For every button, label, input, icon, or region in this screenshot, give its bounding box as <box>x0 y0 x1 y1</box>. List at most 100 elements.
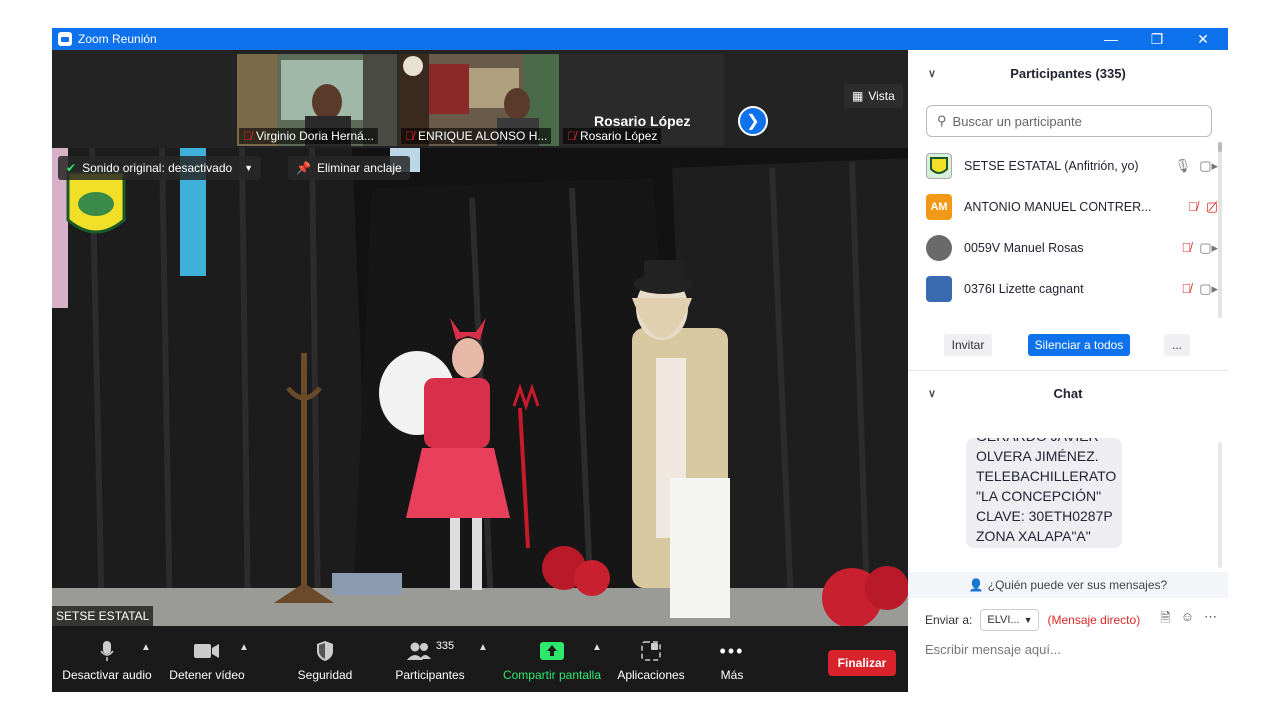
muted-mic-icon: 🎙̸ <box>567 129 576 143</box>
end-meeting-button[interactable]: Finalizar <box>828 650 896 676</box>
avatar <box>926 153 952 179</box>
participants-count: 335 <box>435 640 455 652</box>
video-camera-icon <box>194 644 219 658</box>
more-dots-icon: ••• <box>719 640 745 661</box>
audio-options-caret[interactable]: ▲ <box>141 642 151 653</box>
participants-title: Participantes (335) <box>1010 65 1126 81</box>
collapse-chevron-icon[interactable]: ∨ <box>928 387 936 400</box>
video-camera-icon[interactable]: ▢▸ <box>1199 240 1218 256</box>
view-button[interactable]: ▦ Vista <box>844 84 903 108</box>
restore-button[interactable]: ❐ <box>1134 28 1180 50</box>
muted-mic-icon[interactable]: 🎙̸ <box>1181 281 1191 297</box>
apps-label: Aplicaciones <box>617 668 685 682</box>
collapse-chevron-icon[interactable]: ∨ <box>928 67 936 80</box>
meeting-toolbar: Desactivar audio ▲ Detener vídeo ▲ Segur… <box>52 626 908 692</box>
security-button[interactable]: Seguridad <box>288 638 362 682</box>
video-camera-icon[interactable]: ▢▸ <box>1199 158 1218 174</box>
emoji-icon[interactable]: ☺ <box>1181 609 1194 631</box>
shield-icon <box>317 641 333 661</box>
participants-button[interactable]: 335 Participantes <box>392 638 468 682</box>
chat-message-line: OLVERA JIMÉNEZ. <box>976 448 1099 464</box>
stage-performance-image <box>52 148 908 626</box>
zoom-logo-icon <box>58 32 72 46</box>
logo-icon <box>930 157 948 174</box>
chat-message-line: TELEBACHILLERATO <box>976 468 1117 484</box>
security-label: Seguridad <box>297 668 353 682</box>
close-button[interactable]: ✕ <box>1180 28 1226 50</box>
more-options-button[interactable]: ... <box>1164 334 1190 356</box>
who-can-see-link[interactable]: 👤 ¿Quién puede ver sus mensajes? <box>908 572 1228 598</box>
who-can-see-label: ¿Quién puede ver sus mensajes? <box>987 578 1168 592</box>
muted-mic-icon[interactable]: 🎙̸ <box>1188 199 1198 215</box>
view-label: Vista <box>868 89 895 103</box>
mute-all-button[interactable]: Silenciar a todos <box>1028 334 1130 356</box>
file-icon[interactable]: 🗎 <box>1160 609 1170 631</box>
minimize-button[interactable]: — <box>1088 28 1134 50</box>
microphone-icon <box>100 641 114 661</box>
original-sound-toggle[interactable]: ✔ Sonido original: desactivado ▼ <box>58 156 262 180</box>
recipient-value: ELVI... <box>987 614 1020 626</box>
more-button[interactable]: ••• Más <box>712 638 752 683</box>
video-thumbnail[interactable]: 🎙̸ Virginio Doria Herná... <box>237 54 397 146</box>
send-to-label: Enviar a: <box>925 613 973 627</box>
stop-video-label: Detener vídeo <box>169 668 245 682</box>
participant-name: Rosario López <box>580 129 658 143</box>
video-speaker-label: SETSE ESTATAL <box>52 606 154 626</box>
share-screen-icon <box>540 642 564 660</box>
chat-message-line: GERARDO JAVIER <box>976 438 1112 446</box>
chevron-down-icon[interactable]: ▼ <box>244 163 253 173</box>
avatar <box>926 235 952 261</box>
participant-name: SETSE ESTATAL (Anfitrión, yo) <box>964 159 1139 173</box>
avatar: AM <box>926 194 952 220</box>
video-camera-icon[interactable]: ▢▸ <box>1199 281 1218 297</box>
mute-audio-button[interactable]: Desactivar audio <box>62 638 152 682</box>
participants-icon <box>406 642 431 660</box>
video-thumbnail[interactable]: 🎙̸ Rosario López <box>561 54 721 146</box>
participant-name: ENRIQUE ALONSO H... <box>418 129 548 143</box>
participant-row[interactable]: AM ANTONIO MANUEL CONTRER... 🎙̸ ▢̸ <box>926 187 1218 227</box>
person-icon: 👤 <box>968 578 984 592</box>
participant-name: 0059V Manuel Rosas <box>964 241 1084 255</box>
muted-mic-icon: 🎙̸ <box>243 129 252 143</box>
panel-divider <box>908 370 1228 371</box>
grid-icon: ▦ <box>852 89 864 103</box>
participants-header: ∨ Participantes (335) <box>908 54 1228 92</box>
invite-button[interactable]: Invitar <box>944 334 992 356</box>
chat-message-line: CLAVE: 30ETH0287P <box>976 508 1113 524</box>
chat-message-input[interactable]: Escribir mensaje aquí... <box>925 642 1061 657</box>
share-options-caret[interactable]: ▲ <box>592 642 602 653</box>
next-page-button[interactable]: ❯ <box>738 106 768 136</box>
participant-row[interactable]: 0376I Lizette cagnant 🎙̸ ▢▸ <box>926 269 1218 309</box>
chat-header: ∨ Chat <box>908 374 1228 412</box>
stop-video-button[interactable]: Detener vídeo <box>166 638 248 682</box>
share-screen-button[interactable]: Compartir pantalla <box>502 638 602 682</box>
participant-list: SETSE ESTATAL (Anfitrión, yo) 🎙 ▢▸ AM ANT… <box>908 142 1218 318</box>
video-options-caret[interactable]: ▲ <box>239 642 249 653</box>
participant-name: ANTONIO MANUEL CONTRER... <box>964 200 1152 214</box>
muted-mic-icon[interactable]: 🎙̸ <box>1181 240 1191 256</box>
chevron-down-icon: ▼ <box>1023 615 1033 625</box>
thumbnail-strip: 🎙̸ Virginio Doria Herná... 🎙̸ ENRIQUE ALON… <box>237 54 724 146</box>
apps-button[interactable]: Aplicaciones <box>614 638 688 682</box>
zoom-window: Zoom Reunión — ❐ ✕ 🎙̸ Virginio Doria Hern… <box>52 28 1228 692</box>
more-dots-icon[interactable]: ⋯ <box>1204 609 1217 631</box>
recipient-select[interactable]: ELVI... ▼ <box>980 609 1040 631</box>
side-panel: ∨ Participantes (335) ⚲ Buscar un partic… <box>908 50 1228 692</box>
participant-search-input[interactable]: ⚲ Buscar un participante <box>926 105 1212 137</box>
chat-scrollbar[interactable] <box>1218 442 1222 568</box>
participant-list-scrollbar[interactable] <box>1218 142 1222 318</box>
participant-row[interactable]: 0059V Manuel Rosas 🎙̸ ▢▸ <box>926 228 1218 268</box>
chat-title: Chat <box>1053 385 1083 401</box>
participants-options-caret[interactable]: ▲ <box>478 642 488 653</box>
chat-message-line: ZONA XALAPA"A" <box>976 528 1091 544</box>
microphone-icon[interactable]: 🎙 <box>1175 158 1192 174</box>
video-thumbnail[interactable]: 🎙̸ ENRIQUE ALONSO H... <box>399 54 559 146</box>
original-sound-label: Sonido original: desactivado <box>82 161 233 175</box>
unpin-button[interactable]: 📌 Eliminar anclaje <box>288 156 410 180</box>
active-speaker-name: Rosario López <box>594 113 691 129</box>
apps-icon <box>641 641 661 661</box>
video-off-icon[interactable]: ▢̸ <box>1206 199 1218 215</box>
window-title: Zoom Reunión <box>78 32 157 46</box>
send-to-row: Enviar a: ELVI... ▼ (Mensaje directo) 🗎 … <box>925 608 1217 632</box>
participant-row[interactable]: SETSE ESTATAL (Anfitrión, yo) 🎙 ▢▸ <box>926 146 1218 186</box>
